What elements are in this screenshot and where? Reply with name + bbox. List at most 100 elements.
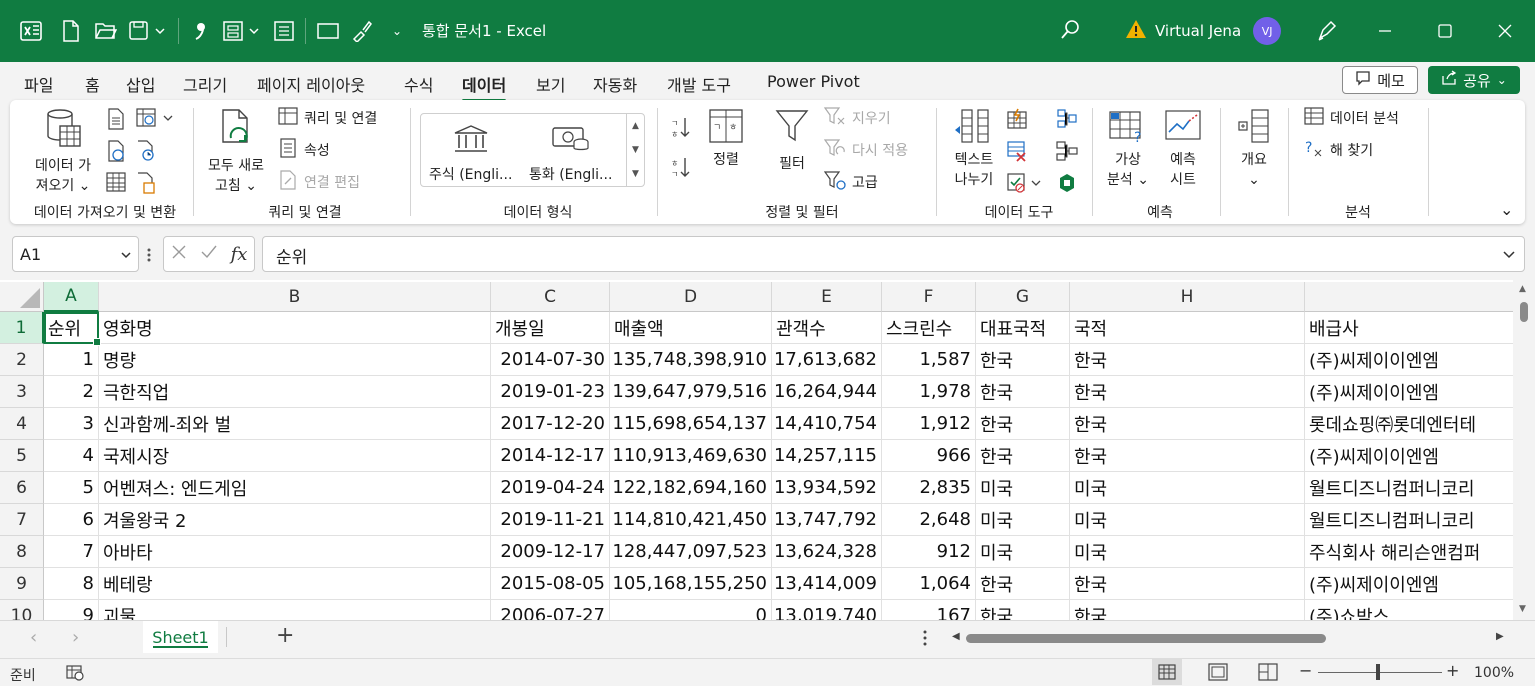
table-cell[interactable]: (주)씨제이이엔엠 <box>1305 568 1515 600</box>
table-cell[interactable]: 미국 <box>1070 536 1305 568</box>
advanced-filter-button[interactable]: 고급 <box>823 171 878 193</box>
page-break-view-icon[interactable] <box>1258 663 1278 685</box>
table-cell[interactable]: 미국 <box>976 536 1070 568</box>
new-file-icon[interactable] <box>60 19 82 43</box>
tab-power-pivot[interactable]: Power Pivot <box>767 72 860 91</box>
cancel-icon[interactable] <box>171 244 187 265</box>
tab-automate[interactable]: 자동화 <box>593 72 637 96</box>
row-header[interactable]: 5 <box>0 440 44 472</box>
next-sheet-icon[interactable]: › <box>72 627 79 648</box>
what-if-analysis-button[interactable]: ? 가상 분석 ⌄ <box>1102 108 1154 190</box>
zoom-level[interactable]: 100% <box>1474 665 1514 681</box>
table-cell[interactable]: 1,587 <box>882 344 976 376</box>
flash-fill-icon[interactable] <box>1006 108 1028 130</box>
insert-function-icon[interactable]: fx <box>231 244 248 265</box>
row-header[interactable]: 1 <box>0 312 44 344</box>
tab-developer[interactable]: 개발 도구 <box>667 72 731 96</box>
row-header[interactable]: 7 <box>0 504 44 536</box>
table-cell[interactable]: 국적 <box>1070 312 1305 344</box>
remove-duplicates-icon[interactable] <box>1006 140 1028 162</box>
row-header[interactable]: 6 <box>0 472 44 504</box>
table-cell[interactable]: 겨울왕국 2 <box>99 504 491 536</box>
horizontal-scroll-thumb[interactable] <box>966 634 1326 643</box>
table-cell[interactable]: 17,613,682 <box>772 344 882 376</box>
table-cell[interactable]: 115,698,654,137 <box>610 408 772 440</box>
table-cell[interactable]: 어벤져스: 엔드게임 <box>99 472 491 504</box>
scroll-down-icon[interactable]: ▼ <box>1519 604 1526 614</box>
tab-home[interactable]: 홈 <box>85 72 100 96</box>
more-options-icon[interactable] <box>922 629 928 651</box>
scroll-right-icon[interactable]: ▶ <box>1496 631 1504 642</box>
user-account[interactable]: Virtual Jena VJ <box>1125 17 1282 45</box>
scroll-up-icon[interactable]: ▲ <box>1519 284 1526 294</box>
tab-insert[interactable]: 삽입 <box>126 72 155 96</box>
zoom-out-icon[interactable]: − <box>1299 661 1312 680</box>
table-cell[interactable]: 2019-04-24 <box>491 472 610 504</box>
table-cell[interactable]: 2009-12-17 <box>491 536 610 568</box>
from-text-csv-icon[interactable] <box>106 108 128 130</box>
table-cell[interactable]: 912 <box>882 536 976 568</box>
table-cell[interactable]: 14,410,754 <box>772 408 882 440</box>
table-cell[interactable]: 극한직업 <box>99 376 491 408</box>
sheet-tab[interactable]: Sheet1 <box>143 621 218 653</box>
table-cell[interactable]: 개봉일 <box>491 312 610 344</box>
table-cell[interactable]: 국제시장 <box>99 440 491 472</box>
data-model-icon[interactable] <box>1056 172 1078 194</box>
shape-rectangle-icon[interactable] <box>316 19 340 43</box>
row-header[interactable]: 3 <box>0 376 44 408</box>
column-header[interactable]: G <box>976 282 1070 312</box>
table-cell[interactable]: 배급사 <box>1305 312 1515 344</box>
queries-connections-button[interactable]: 쿼리 및 연결 <box>278 107 377 129</box>
tab-file[interactable]: 파일 <box>24 72 53 96</box>
relationships-icon[interactable] <box>1056 140 1078 162</box>
row-header[interactable]: 8 <box>0 536 44 568</box>
zoom-slider-thumb[interactable] <box>1376 664 1380 680</box>
table-cell[interactable]: 한국 <box>976 408 1070 440</box>
table-cell[interactable]: 명량 <box>99 344 491 376</box>
table-cell[interactable]: 3 <box>44 408 99 440</box>
table-cell[interactable]: 8 <box>44 568 99 600</box>
text-to-columns-button[interactable]: 텍스트 나누기 <box>946 108 1002 190</box>
table-cell[interactable]: 대표국적 <box>976 312 1070 344</box>
table-cell[interactable]: 한국 <box>1070 568 1305 600</box>
consolidate-icon[interactable] <box>1056 108 1078 130</box>
table-cell[interactable]: 한국 <box>976 376 1070 408</box>
column-header[interactable]: C <box>491 282 610 312</box>
page-layout-view-icon[interactable] <box>1208 663 1228 685</box>
currency-data-type[interactable]: 통화 (Engli... <box>529 124 612 184</box>
from-web-icon[interactable] <box>106 140 128 162</box>
table-cell[interactable]: 한국 <box>1070 440 1305 472</box>
table-cell[interactable]: 9 <box>44 600 99 620</box>
table-cell[interactable]: 미국 <box>976 504 1070 536</box>
enter-check-icon[interactable] <box>200 244 218 265</box>
table-cell[interactable]: 2015-08-05 <box>491 568 610 600</box>
customize-toolbar-chevron-icon[interactable]: ⌄ <box>390 19 404 43</box>
from-table-range-icon[interactable] <box>106 172 128 194</box>
normal-view-icon[interactable] <box>1152 659 1182 685</box>
table-cell[interactable]: 미국 <box>976 472 1070 504</box>
edit-links-button[interactable]: 연결 편집 <box>278 170 360 193</box>
save-icon[interactable] <box>128 19 168 43</box>
column-header[interactable]: B <box>99 282 491 312</box>
table-cell[interactable]: 한국 <box>1070 344 1305 376</box>
table-cell[interactable]: 1,064 <box>882 568 976 600</box>
horizontal-scrollbar[interactable]: ◀ ▶ <box>948 629 1513 647</box>
comments-button[interactable]: 메모 <box>1342 66 1418 94</box>
gallery-more-icon[interactable]: ▼ <box>632 169 639 179</box>
search-icon[interactable] <box>1058 18 1086 44</box>
table-cell[interactable]: 2,648 <box>882 504 976 536</box>
table-cell[interactable]: 2006-07-27 <box>491 600 610 620</box>
formula-input[interactable]: 순위 <box>262 236 1525 272</box>
get-data-button[interactable]: 데이터 가 져오기 ⌄ <box>28 108 98 196</box>
avatar[interactable]: VJ <box>1253 17 1282 45</box>
chevron-down-icon[interactable] <box>120 246 132 265</box>
row-header[interactable]: 4 <box>0 408 44 440</box>
close-icon[interactable] <box>1490 16 1520 46</box>
data-form-icon[interactable] <box>272 19 296 43</box>
properties-button[interactable]: 속성 <box>278 138 330 161</box>
table-cell[interactable]: 1 <box>44 344 99 376</box>
data-analysis-button[interactable]: 데이터 분석 <box>1304 107 1399 129</box>
table-cell[interactable]: 5 <box>44 472 99 504</box>
table-cell[interactable]: 롯데쇼핑㈜롯데엔터테 <box>1305 408 1515 440</box>
table-cell[interactable]: 한국 <box>976 568 1070 600</box>
